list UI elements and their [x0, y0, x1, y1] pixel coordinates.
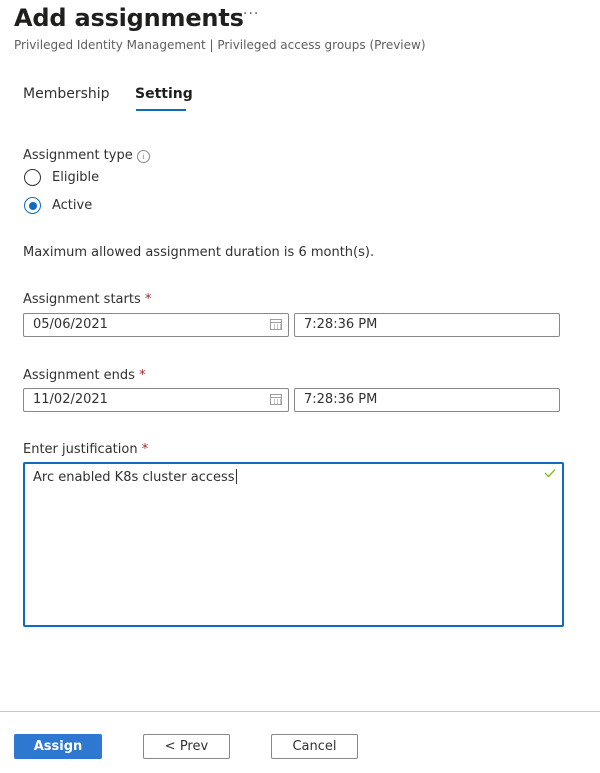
footer-divider: [0, 711, 600, 712]
required-marker: *: [141, 442, 149, 457]
checkmark-icon: [544, 469, 556, 478]
assignment-ends-label: Assignment ends *: [23, 368, 146, 383]
calendar-icon[interactable]: [270, 319, 282, 330]
more-options-button[interactable]: ···: [243, 6, 259, 22]
cancel-button[interactable]: Cancel: [271, 734, 358, 759]
required-marker: *: [139, 368, 146, 383]
breadcrumb-subtitle: Privileged Identity Management | Privile…: [14, 38, 426, 52]
justification-label: Enter justification *: [23, 442, 148, 457]
justification-value: Arc enabled K8s cluster access: [33, 470, 235, 485]
info-icon[interactable]: i: [137, 150, 150, 163]
active-tab-indicator: [136, 109, 186, 111]
assign-button[interactable]: Assign: [14, 734, 102, 759]
start-time-value: 7:28:36 PM: [304, 317, 378, 332]
radio-active-label[interactable]: Active: [52, 198, 92, 213]
end-date-input[interactable]: 11/02/2021: [23, 388, 289, 412]
end-time-value: 7:28:36 PM: [304, 392, 378, 407]
required-marker: *: [144, 292, 152, 307]
prev-button[interactable]: < Prev: [143, 734, 230, 759]
assignment-starts-label: Assignment starts *: [23, 292, 151, 307]
justification-textarea[interactable]: Arc enabled K8s cluster access: [23, 462, 564, 627]
tab-membership[interactable]: Membership: [23, 86, 110, 102]
radio-active[interactable]: [24, 197, 41, 214]
radio-eligible[interactable]: [24, 169, 41, 186]
tab-setting[interactable]: Setting: [135, 86, 193, 102]
page-title: Add assignments: [14, 4, 244, 32]
start-date-value: 05/06/2021: [33, 317, 108, 332]
radio-eligible-label[interactable]: Eligible: [52, 170, 99, 185]
assignment-type-label: Assignment type: [23, 148, 133, 163]
end-time-input[interactable]: 7:28:36 PM: [294, 388, 560, 412]
justification-label-text: Enter justification: [23, 442, 138, 457]
start-time-input[interactable]: 7:28:36 PM: [294, 313, 560, 337]
end-date-value: 11/02/2021: [33, 392, 108, 407]
assignment-starts-label-text: Assignment starts: [23, 292, 141, 307]
calendar-icon[interactable]: [270, 394, 282, 405]
assignment-ends-label-text: Assignment ends: [23, 368, 135, 383]
duration-notice: Maximum allowed assignment duration is 6…: [23, 245, 375, 260]
start-date-input[interactable]: 05/06/2021: [23, 313, 289, 337]
text-caret: [235, 469, 237, 484]
